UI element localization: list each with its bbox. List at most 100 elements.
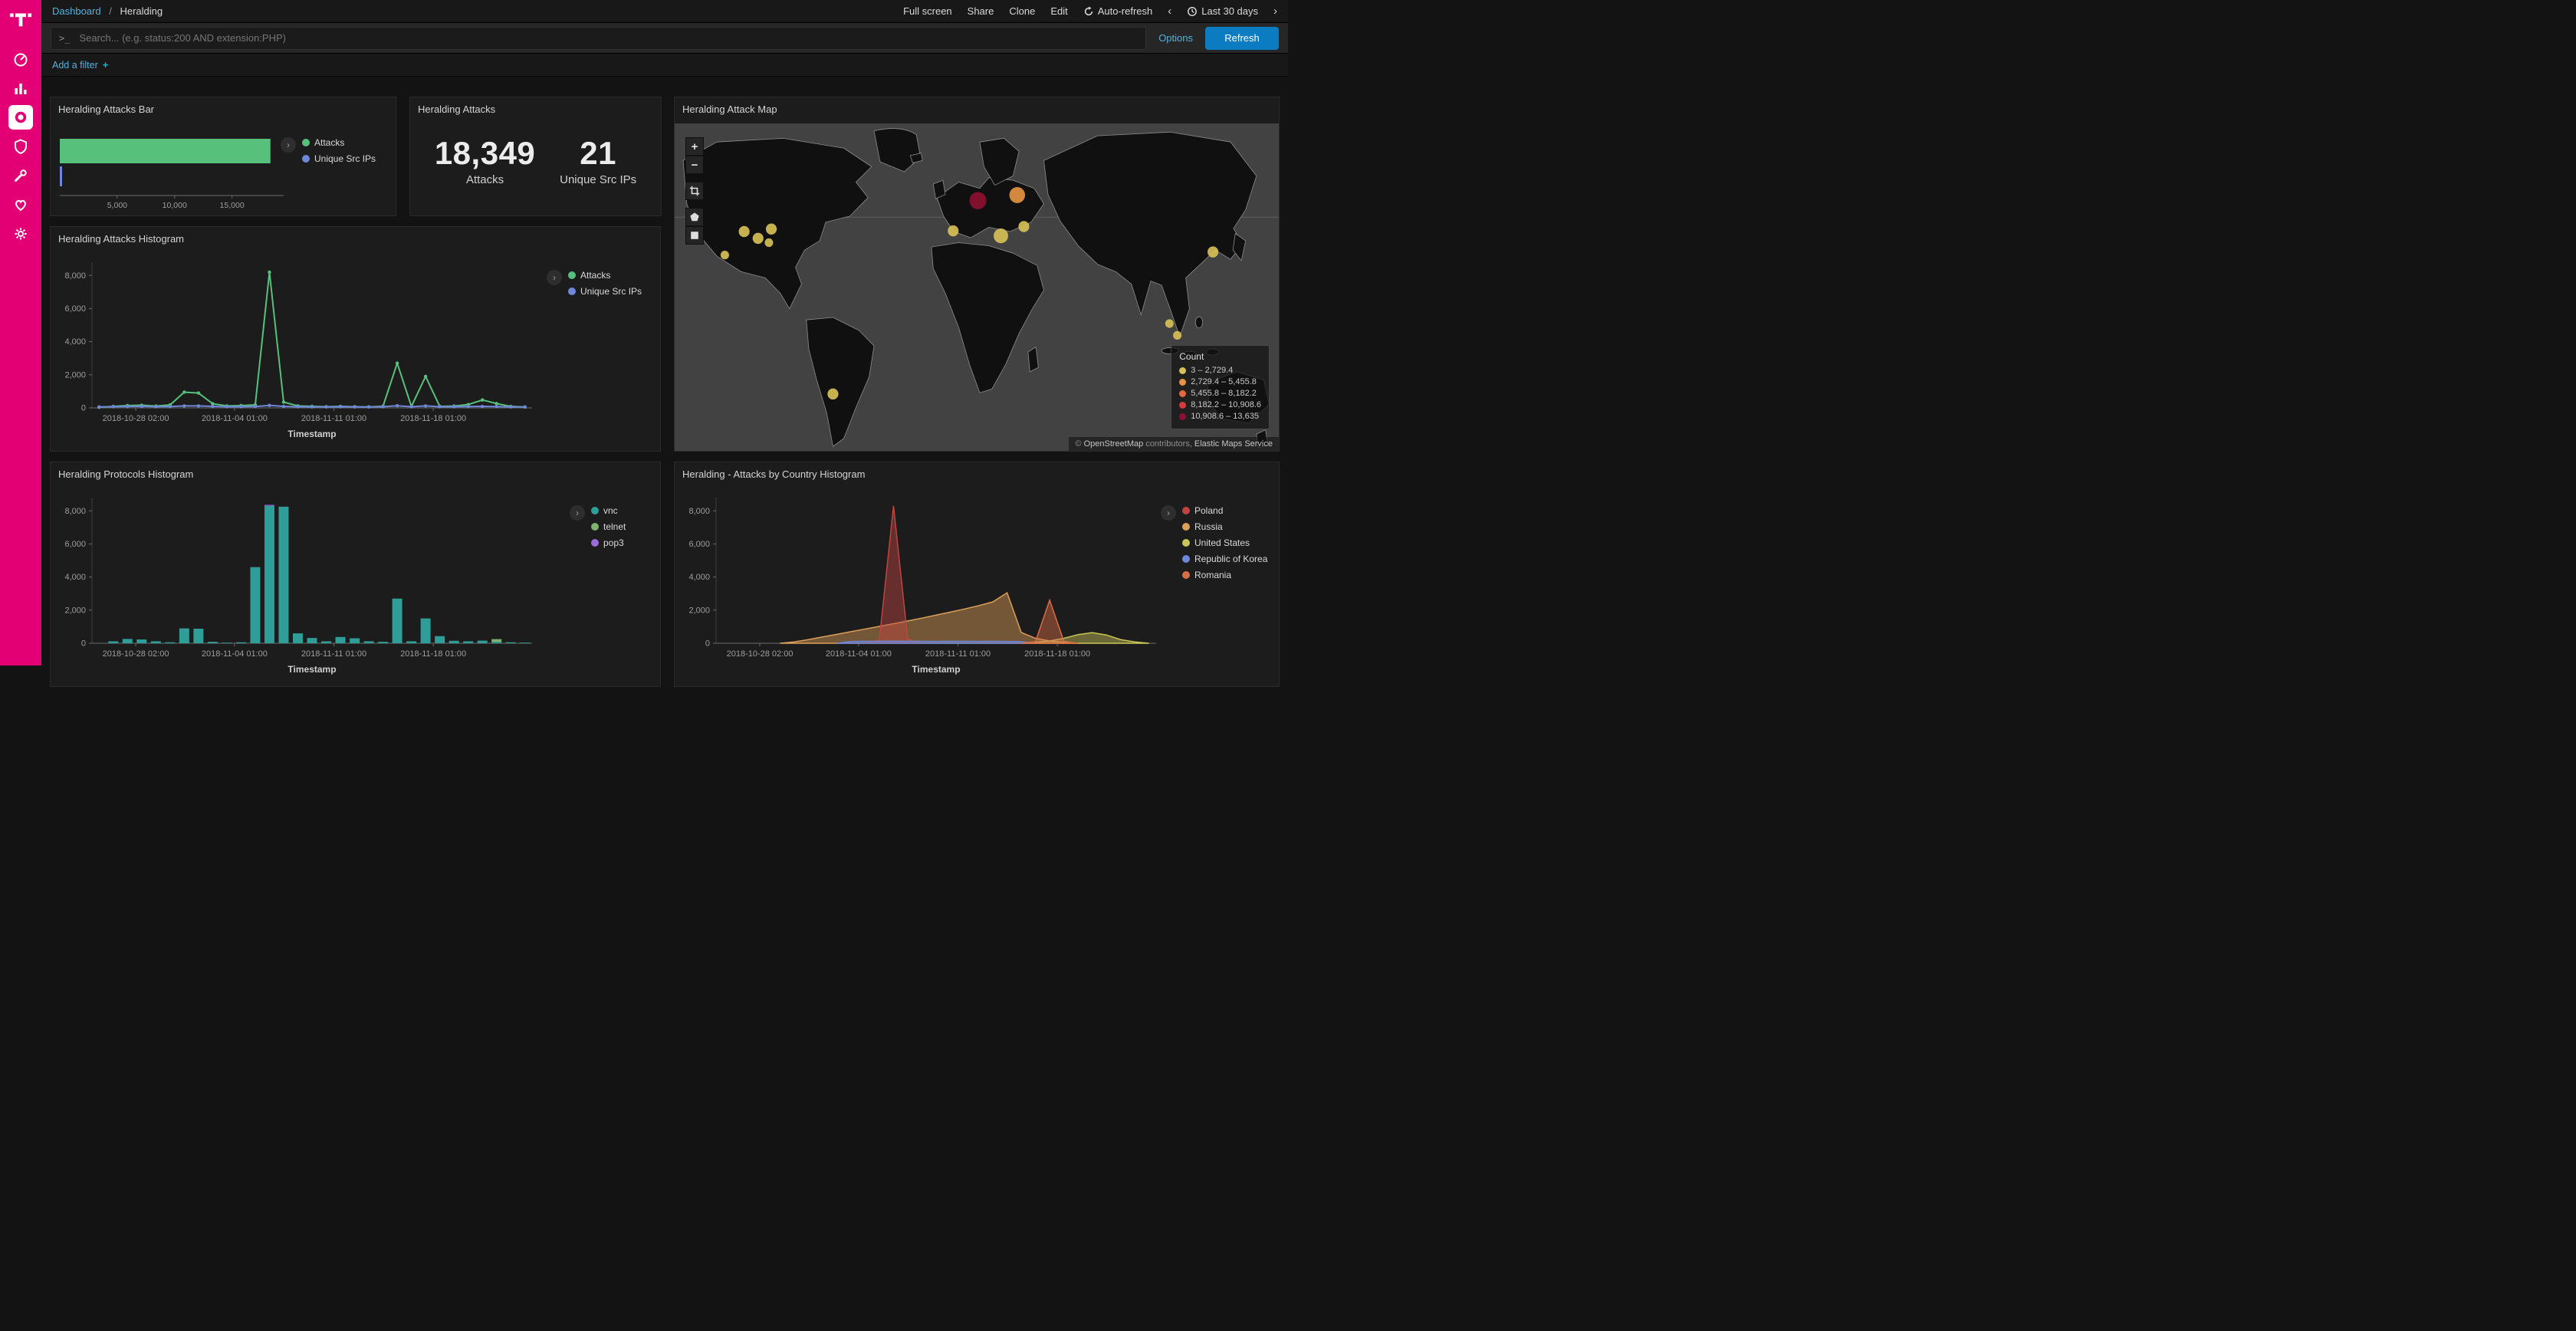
sidebar-item-security[interactable] — [0, 132, 41, 161]
openstreetmap-link[interactable]: OpenStreetMap — [1084, 439, 1144, 449]
legend-label: Unique Src IPs — [314, 153, 376, 164]
map-attribution: © OpenStreetMap contributors, Elastic Ma… — [1069, 437, 1279, 451]
legend-item-united-states[interactable]: United States — [1182, 537, 1267, 548]
auto-refresh-button[interactable]: Auto-refresh — [1083, 5, 1153, 17]
attacks-bar-chart[interactable]: 5,000 10,000 15,000 — [54, 128, 293, 216]
legend-dot — [568, 271, 576, 279]
legend-dot — [591, 523, 599, 531]
panel-heralding-attacks-by-country: Heralding - Attacks by Country Histogram… — [674, 462, 1280, 687]
svg-text:4,000: 4,000 — [64, 337, 86, 347]
panel-heralding-protocols-histogram: Heralding Protocols Histogram 02,0004,00… — [50, 462, 661, 687]
map-legend-row: 10,908.6 – 13,635 — [1179, 412, 1261, 421]
legend-collapse-button[interactable]: › — [570, 505, 585, 521]
map-legend-row: 2,729.4 – 5,455.8 — [1179, 377, 1261, 386]
refresh-arrow-icon — [1083, 6, 1094, 17]
metric-group: 18,349 Attacks 21 Unique Src IPs — [410, 121, 661, 186]
country-histogram-chart[interactable]: 02,0004,0006,0008,0002018-10-28 02:00201… — [678, 487, 1168, 687]
svg-text:2018-11-11 01:00: 2018-11-11 01:00 — [301, 414, 366, 423]
legend-item-telnet[interactable]: telnet — [591, 521, 626, 532]
legend-label: Romania — [1194, 570, 1231, 580]
country-histogram-legend: › Poland Russia United States Republic o… — [1161, 505, 1276, 586]
sidebar-item-settings[interactable] — [0, 219, 41, 248]
sidebar-item-visualize[interactable] — [0, 74, 41, 103]
legend-item-attacks[interactable]: Attacks — [302, 137, 376, 148]
svg-text:15,000: 15,000 — [220, 201, 245, 210]
metric-value: 21 — [560, 135, 636, 172]
legend-label: vnc — [603, 505, 618, 516]
legend-label: telnet — [603, 521, 626, 532]
legend-collapse-button[interactable]: › — [281, 137, 296, 153]
legend-item-poland[interactable]: Poland — [1182, 505, 1267, 516]
svg-text:2018-11-11 01:00: 2018-11-11 01:00 — [301, 649, 366, 659]
svg-text:Timestamp: Timestamp — [288, 429, 336, 439]
legend-collapse-button[interactable]: › — [547, 270, 562, 285]
search-input[interactable] — [77, 31, 1138, 44]
panel-title: Heralding Protocols Histogram — [51, 462, 660, 486]
share-button[interactable]: Share — [968, 5, 994, 17]
zoom-in-button[interactable]: + — [685, 137, 704, 156]
wrench-icon — [13, 168, 28, 183]
svg-text:2018-11-04 01:00: 2018-11-04 01:00 — [202, 414, 268, 423]
telekom-logo[interactable] — [0, 0, 41, 44]
legend-dot — [302, 139, 310, 146]
fit-data-bounds-button[interactable] — [685, 182, 704, 200]
full-screen-button[interactable]: Full screen — [903, 5, 952, 17]
time-forward-button[interactable]: › — [1273, 5, 1277, 17]
legend-item-unique-src-ips[interactable]: Unique Src IPs — [302, 153, 376, 164]
sidebar-nav — [0, 44, 41, 248]
legend-dot — [1182, 507, 1190, 514]
sidebar-item-kibana-dashboard[interactable] — [0, 103, 41, 132]
svg-text:2018-10-28 02:00: 2018-10-28 02:00 — [103, 414, 169, 423]
sidebar-item-tools[interactable] — [0, 161, 41, 190]
attacks-histogram-legend: › Attacks Unique Src IPs — [547, 270, 654, 302]
attacks-histogram-chart[interactable]: 02,0004,0006,0008,0002018-10-28 02:00201… — [54, 251, 544, 452]
legend-item-romania[interactable]: Romania — [1182, 570, 1267, 580]
time-range-label: Last 30 days — [1201, 5, 1258, 17]
legend-dot — [1182, 555, 1190, 563]
legend-item-vnc[interactable]: vnc — [591, 505, 626, 516]
sidebar-item-gauge[interactable] — [0, 44, 41, 74]
svg-text:5,000: 5,000 — [107, 201, 127, 210]
breadcrumb-dashboard-link[interactable]: Dashboard — [52, 5, 101, 17]
legend-dot — [1179, 367, 1186, 374]
svg-text:4,000: 4,000 — [688, 573, 710, 582]
legend-dot — [591, 507, 599, 514]
gear-icon — [13, 226, 28, 242]
metric-value: 18,349 — [435, 135, 535, 172]
legend-item-unique-src-ips[interactable]: Unique Src IPs — [568, 286, 642, 297]
clone-button[interactable]: Clone — [1009, 5, 1035, 17]
filter-bar: Add a filter + — [41, 54, 1288, 77]
add-filter-link[interactable]: Add a filter — [52, 60, 98, 71]
kibana-donut-icon — [14, 110, 28, 124]
legend-label: Republic of Korea — [1194, 554, 1267, 564]
time-picker-button[interactable]: Last 30 days — [1187, 5, 1258, 17]
search-box[interactable]: >_ — [51, 27, 1146, 50]
svg-text:10,000: 10,000 — [163, 201, 187, 210]
world-attack-map[interactable]: + − Count 3 — [675, 123, 1279, 451]
crop-icon — [689, 186, 700, 196]
heart-icon — [13, 197, 28, 212]
sidebar-item-health[interactable] — [0, 190, 41, 219]
zoom-out-button[interactable]: − — [685, 156, 704, 174]
svg-text:2018-10-28 02:00: 2018-10-28 02:00 — [103, 649, 169, 659]
edit-button[interactable]: Edit — [1050, 5, 1067, 17]
legend-item-pop3[interactable]: pop3 — [591, 537, 626, 548]
time-back-button[interactable]: ‹ — [1168, 5, 1171, 17]
svg-text:6,000: 6,000 — [688, 540, 710, 549]
legend-dot — [1182, 539, 1190, 547]
options-link[interactable]: Options — [1158, 32, 1193, 44]
legend-item-russia[interactable]: Russia — [1182, 521, 1267, 532]
rectangle-filter-button[interactable] — [685, 226, 704, 245]
panel-heralding-attacks-bar: Heralding Attacks Bar 5,00010,00015,000 … — [50, 97, 396, 216]
legend-item-republic-of-korea[interactable]: Republic of Korea — [1182, 554, 1267, 564]
legend-collapse-button[interactable]: › — [1161, 505, 1176, 521]
refresh-button[interactable]: Refresh — [1205, 27, 1279, 50]
legend-label: Attacks — [314, 137, 344, 148]
top-navbar: Dashboard / Heralding Full screen Share … — [41, 0, 1288, 23]
polygon-filter-button[interactable] — [685, 208, 704, 226]
legend-range: 2,729.4 – 5,455.8 — [1191, 377, 1257, 386]
add-filter-plus-icon[interactable]: + — [103, 59, 109, 71]
protocols-histogram-chart[interactable]: 02,0004,0006,0008,0002018-10-28 02:00201… — [54, 487, 544, 687]
legend-item-attacks[interactable]: Attacks — [568, 270, 642, 281]
elastic-maps-service-link[interactable]: Elastic Maps Service — [1194, 439, 1273, 449]
